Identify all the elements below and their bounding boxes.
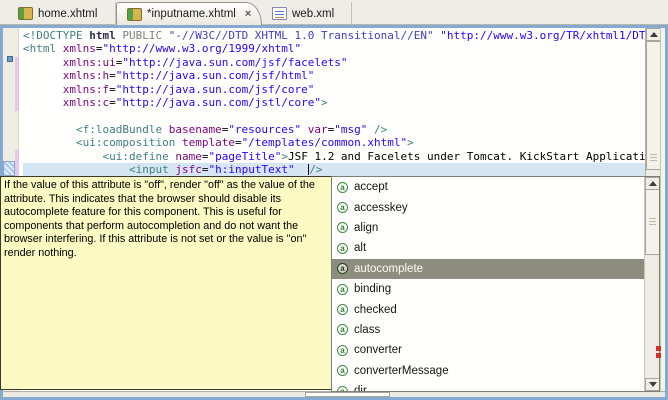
completion-item-class[interactable]: a class (332, 320, 644, 340)
code-line: <f:loadBundle basename="resources" var="… (75, 122, 388, 136)
arrow-up-icon (648, 181, 657, 186)
xhtml-file-icon (18, 7, 33, 20)
completion-item-dir[interactable]: a dir (332, 381, 644, 392)
error-annotation-mark[interactable] (656, 353, 661, 358)
attribute-icon: a (337, 242, 348, 254)
attribute-icon: a (337, 365, 348, 377)
code-area[interactable]: <!DOCTYPE html PUBLIC "-//W3C//DTD XHTML… (20, 28, 645, 178)
popup-scroll-down-button[interactable] (645, 378, 659, 391)
code-line: <ui:define name="pageTitle">JSF 1.2 and … (102, 149, 645, 163)
overview-ruler[interactable] (660, 28, 665, 391)
completion-list: a accept a accesskey a align a alt a autocomplete… (332, 177, 644, 391)
tab-label: home.xhtml (38, 7, 98, 20)
completion-item-alt[interactable]: a alt (332, 238, 644, 258)
code-line: xmlns:c="http://java.sun.com/jstl/core"> (62, 95, 328, 109)
code-line: xmlns:ui="http://java.sun.com/jsf/facele… (62, 55, 348, 69)
completion-item-converter[interactable]: a converter (332, 340, 644, 360)
completion-doc-tooltip: If the value of this attribute is "off",… (0, 176, 332, 390)
completion-item-checked[interactable]: a checked (332, 299, 644, 319)
occurrence-annotation (3, 161, 15, 176)
quickdiff-change-bar (15, 150, 19, 176)
vertical-scrollbar-thumb[interactable] (646, 41, 661, 170)
attribute-icon: a (337, 385, 348, 391)
arrow-down-icon (648, 382, 657, 387)
code-line: <ui:composition template="/templates/com… (75, 136, 414, 150)
attribute-icon: a (337, 283, 348, 295)
completion-item-converterMessage[interactable]: a converterMessage (332, 361, 644, 381)
tab-web[interactable]: web.xml (262, 2, 352, 25)
completion-label: checked (354, 303, 397, 316)
attribute-icon: a (337, 304, 348, 316)
completion-label: binding (354, 283, 392, 296)
completion-label: accesskey (354, 201, 408, 214)
arrow-up-icon (649, 32, 658, 37)
completion-label: autocomplete (354, 262, 424, 275)
completion-label: converterMessage (354, 364, 449, 377)
content-assist-popup: a accept a accesskey a align a alt a autocomplete… (331, 176, 660, 392)
scroll-up-button[interactable] (646, 28, 661, 41)
xhtml-file-icon (127, 7, 142, 21)
completion-item-accept[interactable]: a accept (332, 177, 644, 197)
completion-label: accept (354, 181, 388, 194)
tab-label: web.xml (292, 7, 335, 20)
popup-scrollbar-thumb[interactable] (645, 189, 659, 255)
code-line: <html xmlns="http://www.w3.org/1999/xhtm… (23, 42, 302, 56)
popup-scrollbar[interactable] (644, 177, 659, 391)
completion-item-autocomplete[interactable]: a autocomplete (332, 258, 644, 279)
code-line: xmlns:h="http://java.sun.com/jsf/html" (62, 69, 315, 83)
tab-close-icon[interactable]: × (245, 8, 251, 20)
info-annotation-icon (7, 56, 13, 62)
tab-home[interactable]: home.xhtml (8, 2, 116, 25)
completion-item-accesskey[interactable]: a accesskey (332, 197, 644, 217)
error-annotation-mark[interactable] (656, 346, 661, 351)
attribute-icon: a (337, 324, 348, 336)
horizontal-scrollbar-thumb[interactable] (305, 392, 390, 397)
completion-item-align[interactable]: a align (332, 218, 644, 238)
completion-label: converter (354, 344, 402, 357)
tab-inputname[interactable]: *inputname.xhtml × (116, 2, 262, 25)
completion-label: dir (354, 385, 367, 392)
completion-label: alt (354, 242, 367, 255)
tab-bar: home.xhtml *inputname.xhtml × web.xml (0, 0, 668, 25)
code-line: <input jsfc="h:inputText" /> (23, 162, 645, 177)
code-line: xmlns:f="http://java.sun.com/jsf/core" (62, 82, 315, 96)
attribute-icon: a (337, 344, 348, 356)
attribute-icon: a (337, 222, 348, 234)
attribute-icon: a (337, 181, 348, 193)
tab-label: *inputname.xhtml (147, 8, 236, 20)
xml-file-icon (272, 7, 287, 20)
code-line: <!DOCTYPE html PUBLIC "-//W3C//DTD XHTML… (23, 29, 645, 42)
quickdiff-change-bar (15, 57, 19, 111)
attribute-icon: a (337, 202, 348, 214)
attribute-icon: a (337, 263, 348, 275)
completion-label: align (354, 221, 379, 234)
completion-label: class (354, 323, 381, 336)
completion-item-binding[interactable]: a binding (332, 279, 644, 299)
